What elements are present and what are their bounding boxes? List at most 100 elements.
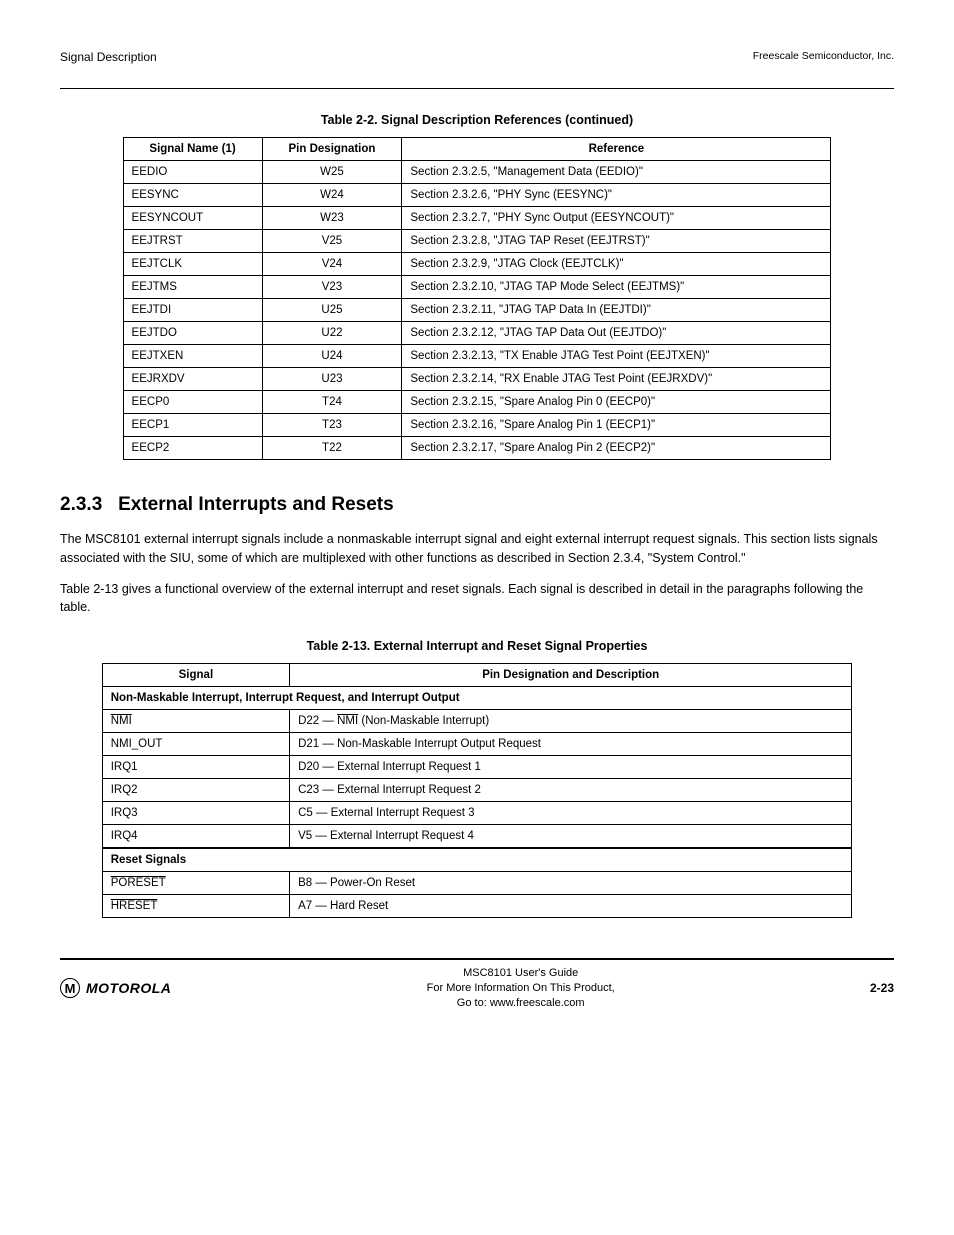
category-cell: Non-Maskable Interrupt, Interrupt Reques… [102, 687, 852, 710]
header-right: Freescale Semiconductor, Inc. [753, 50, 894, 62]
cell-signal-name: EEJTDI [123, 299, 262, 322]
motorola-wordmark: MOTOROLA [86, 980, 171, 996]
cell-reference: Section 2.3.2.15, "Spare Analog Pin 0 (E… [402, 391, 831, 414]
footer-info-1: For More Information On This Product, [171, 981, 870, 996]
table-row: HRESETA7 — Hard Reset [102, 895, 852, 918]
section-para-1: The MSC8101 external interrupt signals i… [60, 530, 894, 568]
table-row: EEJTCLKV24Section 2.3.2.9, "JTAG Clock (… [123, 253, 831, 276]
section-title: External Interrupts and Resets [118, 494, 394, 515]
cell-description: A7 — Hard Reset [290, 895, 852, 918]
table-row: IRQ4V5 — External Interrupt Request 4 [102, 825, 852, 849]
table-row: EECP0T24Section 2.3.2.15, "Spare Analog … [123, 391, 831, 414]
cell-signal-name: EECP0 [123, 391, 262, 414]
col-pin: Pin Designation [262, 138, 402, 161]
cell-pin: U22 [262, 322, 402, 345]
cell-signal: HRESET [102, 895, 289, 918]
table-row: EESYNCOUTW23Section 2.3.2.7, "PHY Sync O… [123, 207, 831, 230]
cell-description: D21 — Non-Maskable Interrupt Output Requ… [290, 733, 852, 756]
table-row: EEJRXDVU23Section 2.3.2.14, "RX Enable J… [123, 368, 831, 391]
motorola-logo: M MOTOROLA [60, 978, 171, 998]
cell-reference: Section 2.3.2.9, "JTAG Clock (EEJTCLK)" [402, 253, 831, 276]
cell-pin: W23 [262, 207, 402, 230]
cell-signal-name: EEJTCLK [123, 253, 262, 276]
cell-pin: T24 [262, 391, 402, 414]
table-row: EESYNCW24Section 2.3.2.6, "PHY Sync (EES… [123, 184, 831, 207]
cell-reference: Section 2.3.2.13, "TX Enable JTAG Test P… [402, 345, 831, 368]
cell-signal: IRQ3 [102, 802, 289, 825]
cell-signal: NMI_OUT [102, 733, 289, 756]
motorola-icon: M [60, 978, 80, 998]
page-number: 2-23 [870, 981, 894, 995]
cell-signal: NMI [102, 710, 289, 733]
cell-reference: Section 2.3.2.7, "PHY Sync Output (EESYN… [402, 207, 831, 230]
col-reference: Reference [402, 138, 831, 161]
cell-description: V5 — External Interrupt Request 4 [290, 825, 852, 849]
cell-signal: IRQ4 [102, 825, 289, 849]
cell-reference: Section 2.3.2.8, "JTAG TAP Reset (EEJTRS… [402, 230, 831, 253]
cell-reference: Section 2.3.2.14, "RX Enable JTAG Test P… [402, 368, 831, 391]
cell-reference: Section 2.3.2.12, "JTAG TAP Data Out (EE… [402, 322, 831, 345]
cell-pin: W25 [262, 161, 402, 184]
cell-signal-name: EEJTRST [123, 230, 262, 253]
cell-pin: V25 [262, 230, 402, 253]
table-category-row: Non-Maskable Interrupt, Interrupt Reques… [102, 687, 852, 710]
table2-title: Table 2-13. External Interrupt and Reset… [60, 639, 894, 653]
cell-signal-name: EESYNC [123, 184, 262, 207]
cell-description: C23 — External Interrupt Request 2 [290, 779, 852, 802]
cell-pin: T23 [262, 414, 402, 437]
cell-signal: PORESET [102, 872, 289, 895]
table-row: EEJTXENU24Section 2.3.2.13, "TX Enable J… [123, 345, 831, 368]
table-header-row: Signal Name (1) Pin Designation Referenc… [123, 138, 831, 161]
cell-reference: Section 2.3.2.6, "PHY Sync (EESYNC)" [402, 184, 831, 207]
table-row: PORESETB8 — Power-On Reset [102, 872, 852, 895]
cell-signal-name: EEDIO [123, 161, 262, 184]
cell-signal: IRQ1 [102, 756, 289, 779]
section-heading: 2.3.3 External Interrupts and Resets [60, 494, 894, 516]
interrupt-reset-table: Signal Pin Designation and Description N… [102, 663, 853, 918]
col-pin-desc: Pin Designation and Description [290, 664, 852, 687]
cell-signal: IRQ2 [102, 779, 289, 802]
signal-reference-table: Signal Name (1) Pin Designation Referenc… [123, 137, 832, 460]
table-row: EECP1T23Section 2.3.2.16, "Spare Analog … [123, 414, 831, 437]
cell-reference: Section 2.3.2.10, "JTAG TAP Mode Select … [402, 276, 831, 299]
cell-pin: U25 [262, 299, 402, 322]
table-row: IRQ3C5 — External Interrupt Request 3 [102, 802, 852, 825]
cell-pin: U23 [262, 368, 402, 391]
category-cell: Reset Signals [102, 848, 852, 872]
cell-signal-name: EEJTDO [123, 322, 262, 345]
table-row: IRQ2C23 — External Interrupt Request 2 [102, 779, 852, 802]
table-header-row: Signal Pin Designation and Description [102, 664, 852, 687]
cell-description: D22 — NMI (Non-Maskable Interrupt) [290, 710, 852, 733]
table-row: EEJTRSTV25Section 2.3.2.8, "JTAG TAP Res… [123, 230, 831, 253]
cell-signal-name: EECP2 [123, 437, 262, 460]
cell-reference: Section 2.3.2.11, "JTAG TAP Data In (EEJ… [402, 299, 831, 322]
col-signal: Signal [102, 664, 289, 687]
table-row: EEDIOW25Section 2.3.2.5, "Management Dat… [123, 161, 831, 184]
cell-signal-name: EESYNCOUT [123, 207, 262, 230]
cell-reference: Section 2.3.2.17, "Spare Analog Pin 2 (E… [402, 437, 831, 460]
table-row: NMID22 — NMI (Non-Maskable Interrupt) [102, 710, 852, 733]
cell-pin: W24 [262, 184, 402, 207]
col-signal-name: Signal Name (1) [123, 138, 262, 161]
cell-pin: T22 [262, 437, 402, 460]
table-row: EEJTDIU25Section 2.3.2.11, "JTAG TAP Dat… [123, 299, 831, 322]
header-left: Signal Description [60, 50, 157, 64]
table-category-row: Reset Signals [102, 848, 852, 872]
cell-reference: Section 2.3.2.5, "Management Data (EEDIO… [402, 161, 831, 184]
table-row: EECP2T22Section 2.3.2.17, "Spare Analog … [123, 437, 831, 460]
table-row: EEJTMSV23Section 2.3.2.10, "JTAG TAP Mod… [123, 276, 831, 299]
page-footer: M MOTOROLA MSC8101 User's Guide For More… [60, 958, 894, 1011]
section-para-2: Table 2-13 gives a functional overview o… [60, 580, 894, 618]
cell-pin: V23 [262, 276, 402, 299]
table-row: IRQ1D20 — External Interrupt Request 1 [102, 756, 852, 779]
cell-reference: Section 2.3.2.16, "Spare Analog Pin 1 (E… [402, 414, 831, 437]
cell-pin: V24 [262, 253, 402, 276]
cell-description: C5 — External Interrupt Request 3 [290, 802, 852, 825]
cell-description: B8 — Power-On Reset [290, 872, 852, 895]
cell-pin: U24 [262, 345, 402, 368]
cell-signal-name: EEJRXDV [123, 368, 262, 391]
cell-signal-name: EECP1 [123, 414, 262, 437]
section-number: 2.3.3 [60, 494, 102, 515]
cell-signal-name: EEJTXEN [123, 345, 262, 368]
footer-doc-title: MSC8101 User's Guide [171, 966, 870, 981]
